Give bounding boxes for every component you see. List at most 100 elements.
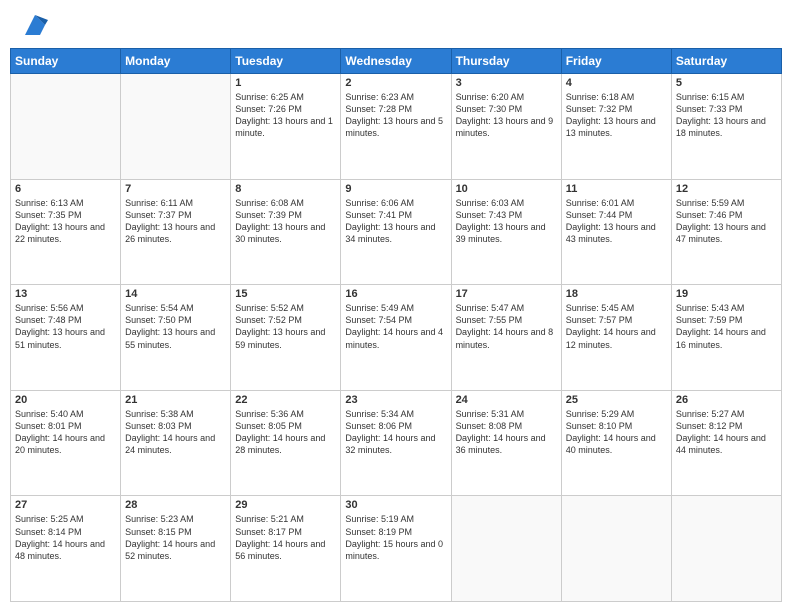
calendar-cell: 14 Sunrise: 5:54 AM Sunset: 7:50 PM Dayli… <box>121 285 231 391</box>
day-number: 17 <box>456 288 557 300</box>
weekday-header: Saturday <box>671 49 781 74</box>
day-info: Sunrise: 5:29 AM Sunset: 8:10 PM Dayligh… <box>566 408 667 457</box>
day-info: Sunrise: 5:38 AM Sunset: 8:03 PM Dayligh… <box>125 408 226 457</box>
day-number: 13 <box>15 288 116 300</box>
logo <box>14 10 50 40</box>
calendar-cell: 3 Sunrise: 6:20 AM Sunset: 7:30 PM Daylig… <box>451 74 561 180</box>
day-info: Sunrise: 5:36 AM Sunset: 8:05 PM Dayligh… <box>235 408 336 457</box>
day-number: 8 <box>235 183 336 195</box>
day-number: 20 <box>15 394 116 406</box>
calendar-cell: 22 Sunrise: 5:36 AM Sunset: 8:05 PM Dayli… <box>231 390 341 496</box>
calendar-week-row: 6Sunrise: 6:13 AM Sunset: 7:35 PM Daylig… <box>11 179 782 285</box>
day-number: 10 <box>456 183 557 195</box>
calendar-cell: 27 Sunrise: 5:25 AM Sunset: 8:14 PM Dayli… <box>11 496 121 602</box>
day-info: Sunrise: 6:15 AM Sunset: 7:33 PM Dayligh… <box>676 91 777 140</box>
calendar-cell <box>671 496 781 602</box>
weekday-header: Sunday <box>11 49 121 74</box>
calendar-cell: 28 Sunrise: 5:23 AM Sunset: 8:15 PM Dayli… <box>121 496 231 602</box>
day-info: Sunrise: 6:25 AM Sunset: 7:26 PM Dayligh… <box>235 91 336 140</box>
day-number: 5 <box>676 77 777 89</box>
day-info: Sunrise: 5:49 AM Sunset: 7:54 PM Dayligh… <box>345 302 446 351</box>
day-number: 22 <box>235 394 336 406</box>
weekday-header: Thursday <box>451 49 561 74</box>
weekday-header: Tuesday <box>231 49 341 74</box>
day-info: Sunrise: 6:08 AM Sunset: 7:39 PM Dayligh… <box>235 197 336 246</box>
calendar-cell: 25 Sunrise: 5:29 AM Sunset: 8:10 PM Dayli… <box>561 390 671 496</box>
day-info: Sunrise: 5:54 AM Sunset: 7:50 PM Dayligh… <box>125 302 226 351</box>
day-number: 23 <box>345 394 446 406</box>
day-number: 3 <box>456 77 557 89</box>
logo-icon <box>20 10 50 40</box>
calendar-cell: 4 Sunrise: 6:18 AM Sunset: 7:32 PM Daylig… <box>561 74 671 180</box>
day-number: 26 <box>676 394 777 406</box>
day-number: 11 <box>566 183 667 195</box>
day-number: 28 <box>125 499 226 511</box>
calendar-cell: 13 Sunrise: 5:56 AM Sunset: 7:48 PM Dayli… <box>11 285 121 391</box>
day-number: 29 <box>235 499 336 511</box>
calendar-cell: 18Sunrise: 5:45 AM Sunset: 7:57 PM Dayli… <box>561 285 671 391</box>
day-info: Sunrise: 5:21 AM Sunset: 8:17 PM Dayligh… <box>235 513 336 562</box>
day-info: Sunrise: 5:59 AM Sunset: 7:46 PM Dayligh… <box>676 197 777 246</box>
day-number: 4 <box>566 77 667 89</box>
day-info: Sunrise: 6:01 AM Sunset: 7:44 PM Dayligh… <box>566 197 667 246</box>
calendar-cell: 12Sunrise: 5:59 AM Sunset: 7:46 PM Dayli… <box>671 179 781 285</box>
calendar-cell: 20 Sunrise: 5:40 AM Sunset: 8:01 PM Dayli… <box>11 390 121 496</box>
weekday-header: Friday <box>561 49 671 74</box>
day-number: 2 <box>345 77 446 89</box>
day-number: 24 <box>456 394 557 406</box>
day-info: Sunrise: 5:27 AM Sunset: 8:12 PM Dayligh… <box>676 408 777 457</box>
calendar-cell: 21 Sunrise: 5:38 AM Sunset: 8:03 PM Dayli… <box>121 390 231 496</box>
day-info: Sunrise: 5:56 AM Sunset: 7:48 PM Dayligh… <box>15 302 116 351</box>
day-number: 27 <box>15 499 116 511</box>
weekday-header-row: SundayMondayTuesdayWednesdayThursdayFrid… <box>11 49 782 74</box>
day-number: 25 <box>566 394 667 406</box>
calendar-cell: 7Sunrise: 6:11 AM Sunset: 7:37 PM Daylig… <box>121 179 231 285</box>
calendar-cell: 23 Sunrise: 5:34 AM Sunset: 8:06 PM Dayli… <box>341 390 451 496</box>
day-info: Sunrise: 6:13 AM Sunset: 7:35 PM Dayligh… <box>15 197 116 246</box>
calendar-cell: 16 Sunrise: 5:49 AM Sunset: 7:54 PM Dayli… <box>341 285 451 391</box>
day-info: Sunrise: 6:23 AM Sunset: 7:28 PM Dayligh… <box>345 91 446 140</box>
day-info: Sunrise: 6:06 AM Sunset: 7:41 PM Dayligh… <box>345 197 446 246</box>
day-info: Sunrise: 6:18 AM Sunset: 7:32 PM Dayligh… <box>566 91 667 140</box>
calendar-cell: 2 Sunrise: 6:23 AM Sunset: 7:28 PM Daylig… <box>341 74 451 180</box>
calendar-cell: 10Sunrise: 6:03 AM Sunset: 7:43 PM Dayli… <box>451 179 561 285</box>
calendar-cell <box>561 496 671 602</box>
header <box>10 10 782 40</box>
page: SundayMondayTuesdayWednesdayThursdayFrid… <box>0 0 792 612</box>
day-info: Sunrise: 5:31 AM Sunset: 8:08 PM Dayligh… <box>456 408 557 457</box>
calendar-table: SundayMondayTuesdayWednesdayThursdayFrid… <box>10 48 782 602</box>
calendar-cell: 29 Sunrise: 5:21 AM Sunset: 8:17 PM Dayli… <box>231 496 341 602</box>
day-info: Sunrise: 5:19 AM Sunset: 8:19 PM Dayligh… <box>345 513 446 562</box>
calendar-cell: 6Sunrise: 6:13 AM Sunset: 7:35 PM Daylig… <box>11 179 121 285</box>
weekday-header: Monday <box>121 49 231 74</box>
day-info: Sunrise: 5:43 AM Sunset: 7:59 PM Dayligh… <box>676 302 777 351</box>
calendar-cell: 9Sunrise: 6:06 AM Sunset: 7:41 PM Daylig… <box>341 179 451 285</box>
calendar-cell: 1Sunrise: 6:25 AM Sunset: 7:26 PM Daylig… <box>231 74 341 180</box>
calendar-cell: 24 Sunrise: 5:31 AM Sunset: 8:08 PM Dayli… <box>451 390 561 496</box>
calendar-cell: 5 Sunrise: 6:15 AM Sunset: 7:33 PM Daylig… <box>671 74 781 180</box>
day-number: 21 <box>125 394 226 406</box>
day-info: Sunrise: 5:52 AM Sunset: 7:52 PM Dayligh… <box>235 302 336 351</box>
day-info: Sunrise: 6:20 AM Sunset: 7:30 PM Dayligh… <box>456 91 557 140</box>
calendar-week-row: 1Sunrise: 6:25 AM Sunset: 7:26 PM Daylig… <box>11 74 782 180</box>
calendar-week-row: 13 Sunrise: 5:56 AM Sunset: 7:48 PM Dayli… <box>11 285 782 391</box>
day-info: Sunrise: 5:25 AM Sunset: 8:14 PM Dayligh… <box>15 513 116 562</box>
weekday-header: Wednesday <box>341 49 451 74</box>
day-number: 30 <box>345 499 446 511</box>
calendar-cell: 30 Sunrise: 5:19 AM Sunset: 8:19 PM Dayli… <box>341 496 451 602</box>
calendar-cell: 8 Sunrise: 6:08 AM Sunset: 7:39 PM Daylig… <box>231 179 341 285</box>
day-number: 19 <box>676 288 777 300</box>
day-number: 15 <box>235 288 336 300</box>
day-info: Sunrise: 5:40 AM Sunset: 8:01 PM Dayligh… <box>15 408 116 457</box>
calendar-cell <box>451 496 561 602</box>
day-info: Sunrise: 5:34 AM Sunset: 8:06 PM Dayligh… <box>345 408 446 457</box>
calendar-cell <box>11 74 121 180</box>
calendar-week-row: 20 Sunrise: 5:40 AM Sunset: 8:01 PM Dayli… <box>11 390 782 496</box>
calendar-cell: 11 Sunrise: 6:01 AM Sunset: 7:44 PM Dayli… <box>561 179 671 285</box>
calendar-cell <box>121 74 231 180</box>
day-number: 18 <box>566 288 667 300</box>
day-number: 14 <box>125 288 226 300</box>
day-info: Sunrise: 5:23 AM Sunset: 8:15 PM Dayligh… <box>125 513 226 562</box>
day-info: Sunrise: 6:11 AM Sunset: 7:37 PM Dayligh… <box>125 197 226 246</box>
day-number: 16 <box>345 288 446 300</box>
